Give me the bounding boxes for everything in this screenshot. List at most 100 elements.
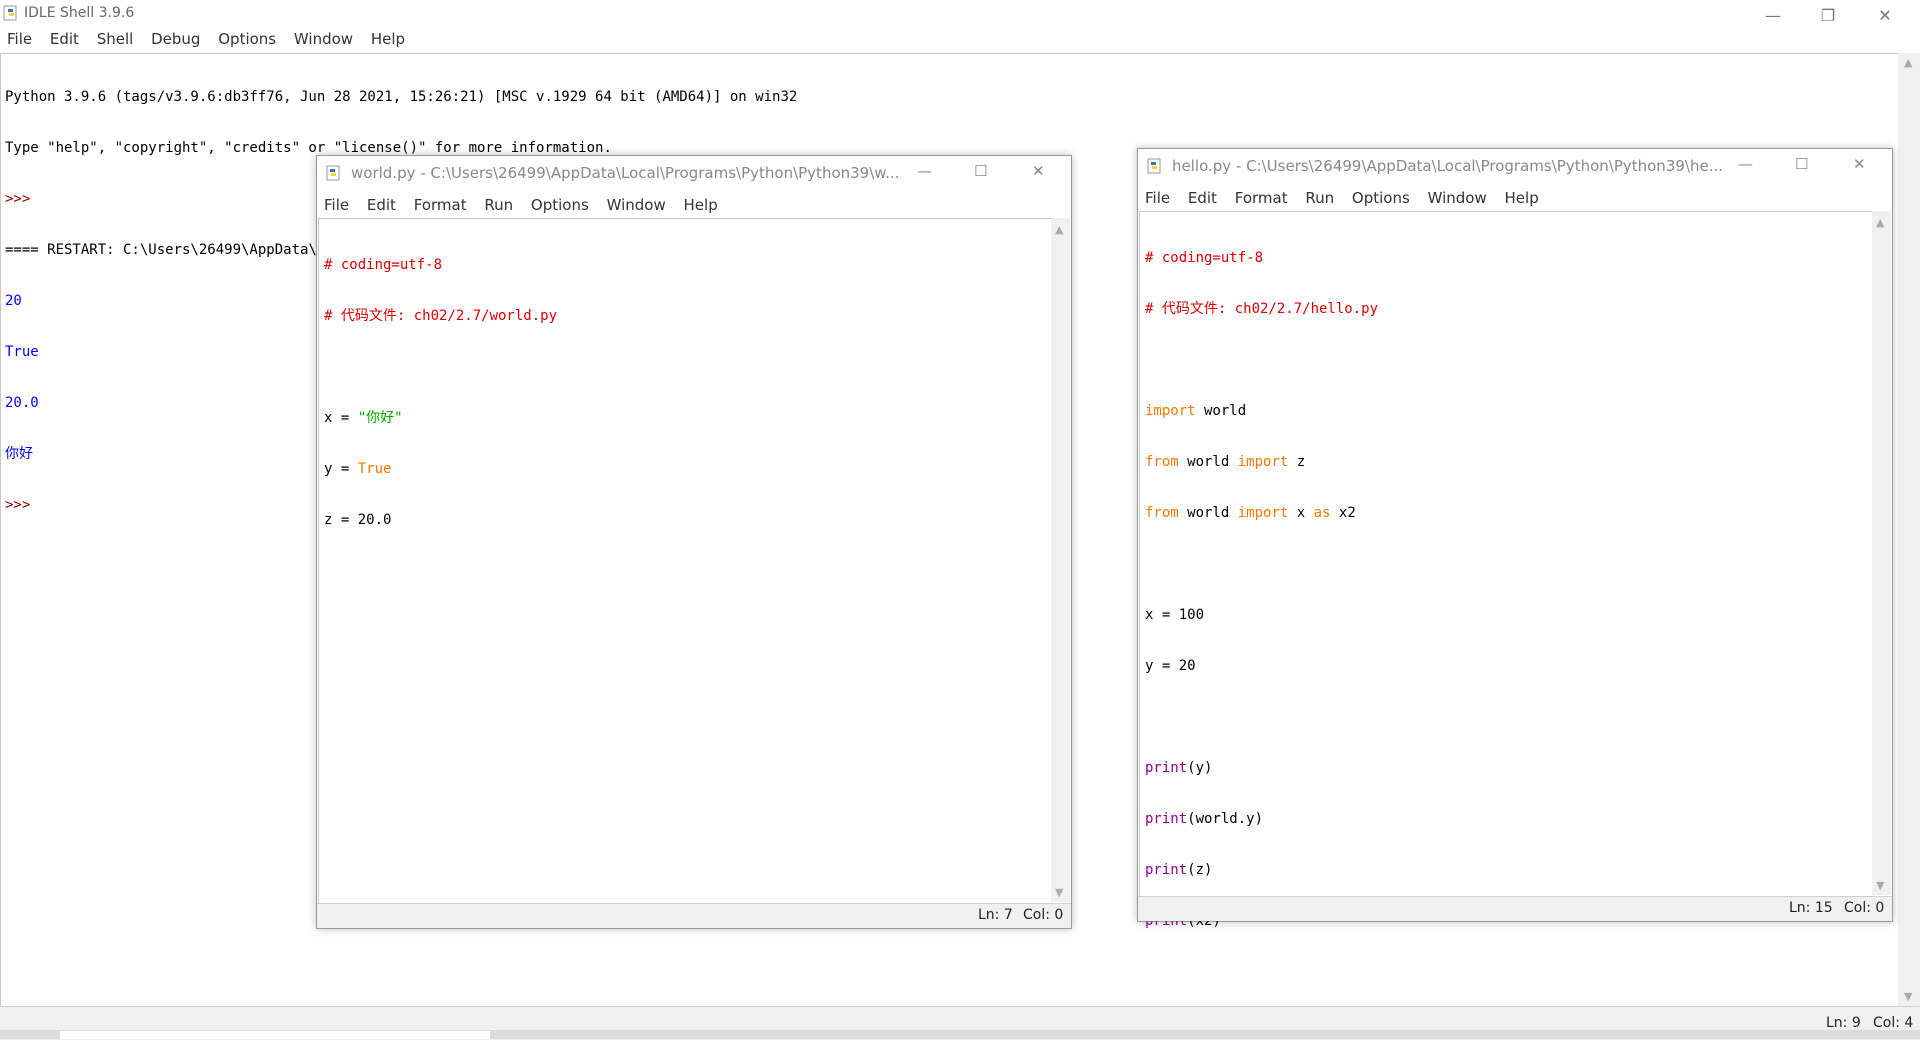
scroll-down-icon[interactable]: ▼ xyxy=(1904,991,1912,1002)
code-token: (world.y) xyxy=(1187,811,1264,827)
code-builtin: print xyxy=(1145,811,1188,827)
code-string: "你好" xyxy=(357,410,403,426)
menu-edit[interactable]: Edit xyxy=(50,30,79,48)
menu-run[interactable]: Run xyxy=(1305,189,1334,207)
minimize-button[interactable]: — xyxy=(1750,0,1796,30)
code-line: x = 100 xyxy=(1145,607,1205,623)
maximize-icon[interactable]: ☐ xyxy=(1795,155,1808,173)
scroll-up-icon[interactable]: ▲ xyxy=(1904,57,1912,68)
menu-file[interactable]: File xyxy=(324,196,349,214)
shell-line-number: Ln: 9 xyxy=(1826,1015,1861,1031)
code-token: x = xyxy=(324,410,358,426)
menu-edit[interactable]: Edit xyxy=(1188,189,1217,207)
world-code: # coding=utf-8 # 代码文件: ch02/2.7/world.py… xyxy=(324,223,557,563)
world-statusbar: Ln: 7 Col: 0 xyxy=(317,903,1071,928)
code-line: # 代码文件: ch02/2.7/world.py xyxy=(324,308,558,324)
code-keyword: import xyxy=(1145,403,1196,419)
code-token: (z) xyxy=(1187,862,1213,878)
code-line: # coding=utf-8 xyxy=(1145,250,1264,266)
hello-editor-window[interactable]: hello.py - C:\Users\26499\AppData\Local\… xyxy=(1137,148,1893,929)
menu-file[interactable]: File xyxy=(1145,189,1170,207)
minimize-icon[interactable]: — xyxy=(1738,155,1753,173)
restore-icon: ❐ xyxy=(1820,5,1836,25)
scroll-up-icon[interactable]: ▲ xyxy=(1876,217,1884,228)
code-keyword: import xyxy=(1237,454,1289,470)
close-icon[interactable]: ✕ xyxy=(1032,162,1045,180)
scroll-up-icon[interactable]: ▲ xyxy=(1055,224,1063,235)
code-token: world xyxy=(1178,454,1238,470)
world-editor-window[interactable]: world.py - C:\Users\26499\AppData\Local\… xyxy=(316,155,1072,929)
menu-help[interactable]: Help xyxy=(1505,189,1539,207)
hello-statusbar: Ln: 15 Col: 0 xyxy=(1138,896,1892,921)
code-token: z xyxy=(1288,454,1306,470)
hello-col-number: Col: 0 xyxy=(1844,900,1885,916)
shell-scrollbar[interactable]: ▲ ▼ xyxy=(1898,53,1920,1006)
code-token: x xyxy=(1288,505,1314,521)
code-builtin: print xyxy=(1145,760,1188,776)
code-line: from world import z xyxy=(1145,454,1378,471)
hello-code-area[interactable]: # coding=utf-8 # 代码文件: ch02/2.7/hello.py… xyxy=(1139,211,1873,929)
menu-run[interactable]: Run xyxy=(484,196,513,214)
code-line: # coding=utf-8 xyxy=(324,257,443,273)
code-line: print(z) xyxy=(1145,862,1378,879)
menu-format[interactable]: Format xyxy=(1235,189,1288,207)
scroll-down-icon[interactable]: ▼ xyxy=(1055,887,1063,898)
shell-titlebar[interactable]: IDLE Shell 3.9.6 — ❐ ✕ xyxy=(0,0,1920,30)
code-line: import world xyxy=(1145,403,1378,420)
code-keyword: import xyxy=(1237,505,1289,521)
menu-options[interactable]: Options xyxy=(531,196,589,214)
hello-menubar: File Edit Format Run Options Window Help xyxy=(1145,189,1552,211)
code-line: print(y) xyxy=(1145,760,1378,777)
close-icon[interactable]: ✕ xyxy=(1853,155,1866,173)
code-keyword: as xyxy=(1313,505,1331,521)
code-line: y = 20 xyxy=(1145,658,1196,674)
minimize-icon[interactable]: — xyxy=(917,162,932,180)
minimize-icon: — xyxy=(1765,5,1781,25)
code-line: x = "你好" xyxy=(324,410,557,427)
menu-edit[interactable]: Edit xyxy=(367,196,396,214)
python-file-icon xyxy=(326,165,340,181)
code-line: # 代码文件: ch02/2.7/hello.py xyxy=(1145,301,1379,317)
menu-file[interactable]: File xyxy=(7,30,32,48)
hello-titlebar[interactable]: hello.py - C:\Users\26499\AppData\Local\… xyxy=(1138,149,1892,179)
close-button[interactable]: ✕ xyxy=(1862,0,1908,30)
hello-scrollbar[interactable]: ▲ ▼ xyxy=(1872,211,1891,895)
code-token: (y) xyxy=(1187,760,1213,776)
menu-options[interactable]: Options xyxy=(1352,189,1410,207)
python-icon xyxy=(3,5,17,21)
menu-help[interactable]: Help xyxy=(371,30,405,48)
world-title: world.py - C:\Users\26499\AppData\Local\… xyxy=(351,164,900,182)
shell-title: IDLE Shell 3.9.6 xyxy=(24,5,135,21)
code-token: x2 xyxy=(1330,505,1356,521)
menu-format[interactable]: Format xyxy=(414,196,467,214)
world-scrollbar[interactable]: ▲ ▼ xyxy=(1051,218,1070,902)
code-token: world xyxy=(1195,403,1247,419)
shell-menubar: File Edit Shell Debug Options Window Hel… xyxy=(7,30,418,52)
world-line-number: Ln: 7 xyxy=(978,907,1013,923)
menu-window[interactable]: Window xyxy=(294,30,353,48)
scroll-down-icon[interactable]: ▼ xyxy=(1876,880,1884,891)
menu-window[interactable]: Window xyxy=(1428,189,1487,207)
menu-shell[interactable]: Shell xyxy=(97,30,134,48)
hello-code: # coding=utf-8 # 代码文件: ch02/2.7/hello.py… xyxy=(1145,216,1378,964)
restore-button[interactable]: ❐ xyxy=(1805,0,1851,30)
hello-line-number: Ln: 15 xyxy=(1789,900,1833,916)
world-code-area[interactable]: # coding=utf-8 # 代码文件: ch02/2.7/world.py… xyxy=(318,218,1052,903)
code-line: from world import x as x2 xyxy=(1145,505,1378,522)
menu-window[interactable]: Window xyxy=(607,196,666,214)
code-token: y = xyxy=(324,461,358,477)
world-titlebar[interactable]: world.py - C:\Users\26499\AppData\Local\… xyxy=(317,156,1071,186)
code-token: world xyxy=(1178,505,1238,521)
menu-debug[interactable]: Debug xyxy=(151,30,200,48)
hello-title: hello.py - C:\Users\26499\AppData\Local\… xyxy=(1172,157,1723,175)
menu-help[interactable]: Help xyxy=(684,196,718,214)
menu-options[interactable]: Options xyxy=(218,30,276,48)
shell-col-number: Col: 4 xyxy=(1873,1015,1914,1031)
maximize-icon[interactable]: ☐ xyxy=(974,162,987,180)
code-keyword: from xyxy=(1145,454,1179,470)
code-line: z = 20.0 xyxy=(324,512,392,528)
